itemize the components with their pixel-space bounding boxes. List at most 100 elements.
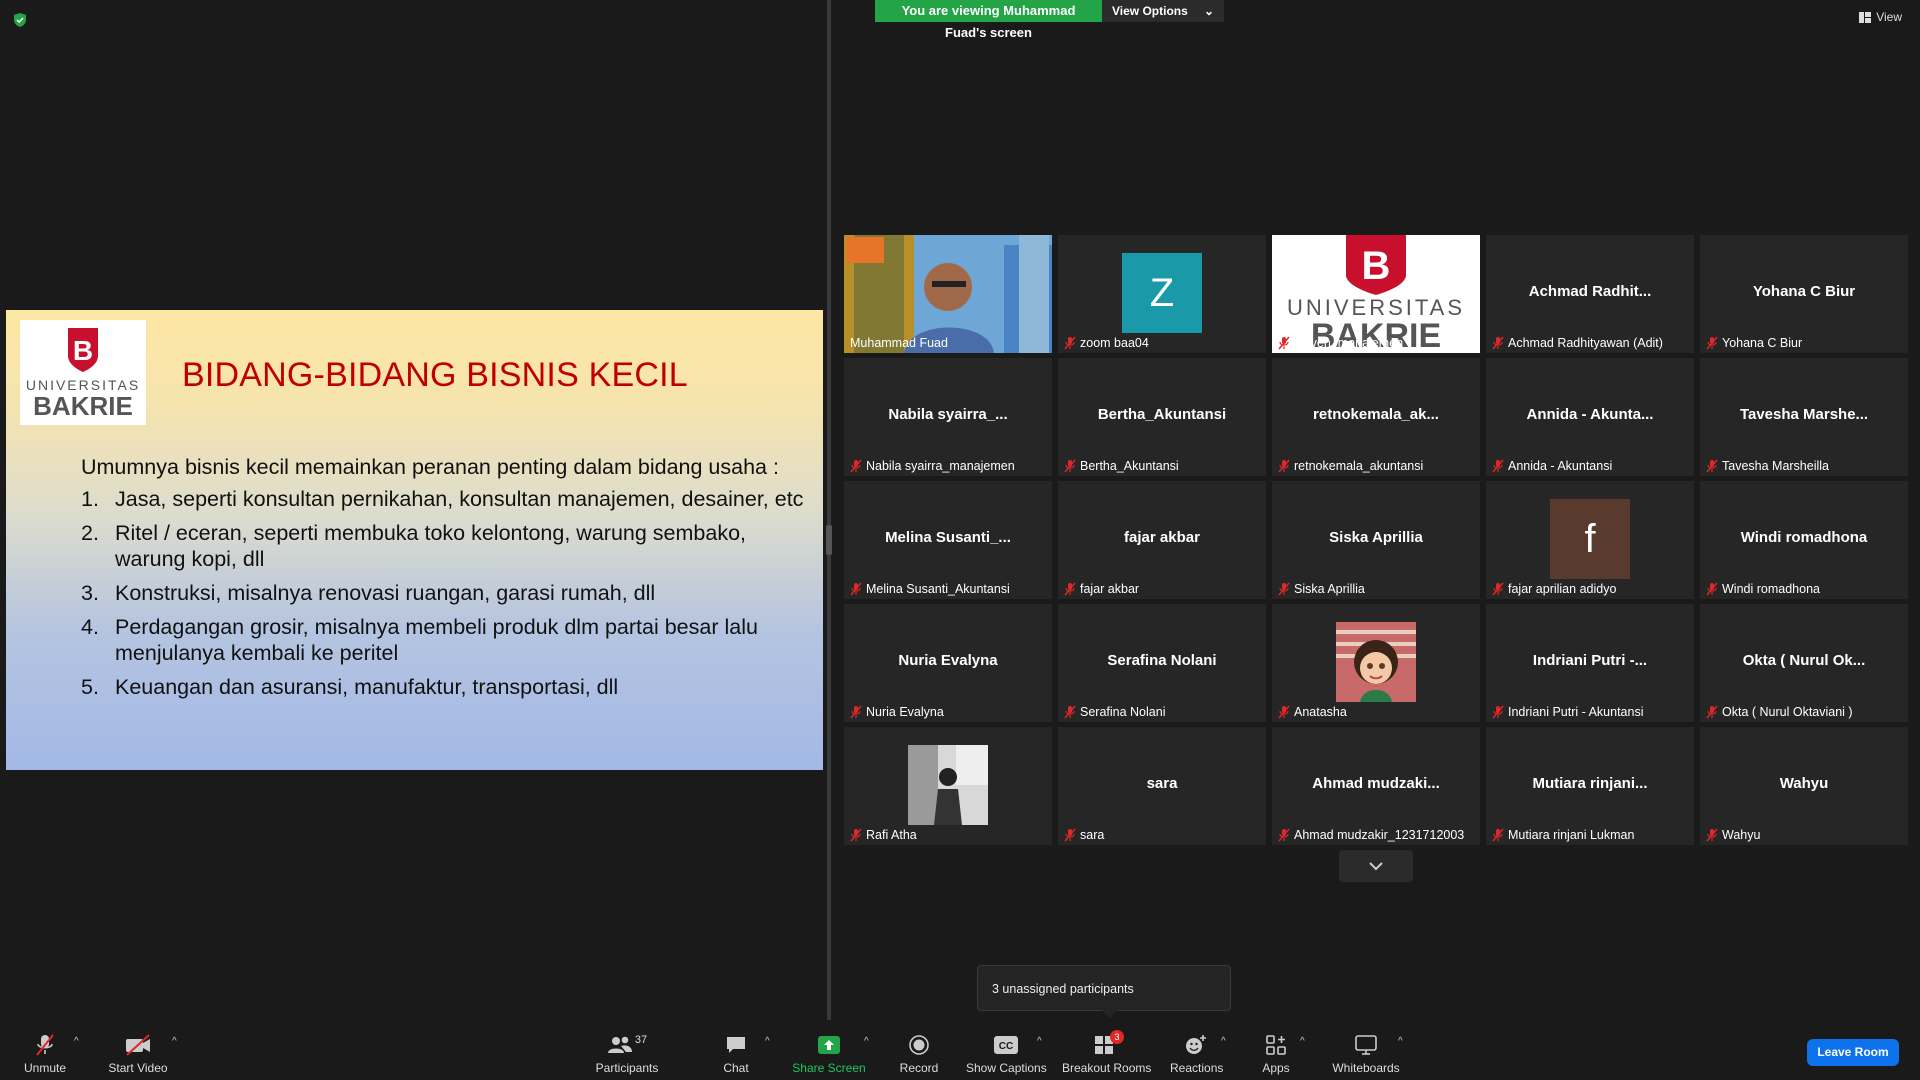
participant-tile[interactable]: Tavesha Marshe... Tavesha Marsheilla [1700,358,1908,476]
mic-off-icon [1278,336,1290,350]
participant-name-label: Melina Susanti_Akuntansi [850,582,1010,596]
participant-tile[interactable]: Nuria Evalyna Nuria Evalyna [844,604,1052,722]
participant-display-name: Wahyu [1779,775,1829,792]
participant-display-name: Melina Susanti_... [885,529,1011,546]
participant-tile[interactable]: Ahmad mudzaki... Ahmad mudzakir_123171200… [1272,727,1480,845]
participant-name-label: Achmad Radhityawan (Adit) [1492,336,1663,350]
whiteboards-label: Whiteboards [1332,1061,1400,1075]
mic-off-icon [1064,336,1076,350]
participant-tile[interactable]: Achmad Radhit... Achmad Radhityawan (Adit… [1486,235,1694,353]
mic-off-icon [1278,582,1290,596]
record-button[interactable]: Record [897,1032,941,1075]
participant-name: Indriani Putri - Akuntansi [1508,705,1644,719]
participant-display-name: Bertha_Akuntansi [1097,406,1227,423]
chat-label: Chat [723,1061,749,1075]
participant-display-name: Nabila syairra_... [888,406,1008,423]
participant-name-label: Rafi Atha [850,828,917,842]
participants-icon [607,1036,632,1053]
participant-tile[interactable]: sara sara [1058,727,1266,845]
item-text: Ritel / eceran, seperti membuka toko kel… [115,521,746,571]
participant-tile[interactable]: retnokemala_ak... retnokemala_akuntansi [1272,358,1480,476]
participant-tile[interactable]: Muhammad Fuad [844,235,1052,353]
participant-name-label: Windi romadhona [1706,582,1820,596]
participants-button[interactable]: 37 Participants [592,1032,662,1075]
participant-tile[interactable]: B UNIVERSITAS BAKRIE steven_manajemen [1272,235,1480,353]
list-item: 4. Perdagangan grosir, misalnya membeli p… [81,614,821,666]
participant-tile[interactable]: Serafina Nolani Serafina Nolani [1058,604,1266,722]
mic-off-icon [1064,459,1076,473]
apps-icon [1266,1035,1286,1055]
svg-text:B: B [1362,244,1391,288]
participant-name-label: Yohana C Biur [1706,336,1802,350]
chat-button[interactable]: Chat [718,1032,754,1075]
start-video-button[interactable]: Start Video [105,1032,171,1075]
list-item: 3. Konstruksi, misalnya renovasi ruangan,… [81,580,821,606]
reactions-button[interactable]: Reactions [1170,1032,1223,1075]
whiteboards-options-caret[interactable]: ^ [1398,1036,1403,1047]
participant-tile[interactable]: Yohana C Biur Yohana C Biur [1700,235,1908,353]
profile-picture [1336,622,1416,702]
mic-off-icon [1278,828,1290,842]
video-options-caret[interactable]: ^ [172,1036,177,1047]
participant-name: Nabila syairra_manajemen [866,459,1015,473]
item-number: 2. [81,521,99,545]
participant-name-label: Anatasha [1278,705,1347,719]
divider-handle[interactable] [826,525,832,555]
participant-name: Melina Susanti_Akuntansi [866,582,1010,596]
mic-off-icon [1278,459,1290,473]
participant-tile[interactable]: f fajar aprilian adidyo [1486,481,1694,599]
chat-options-caret[interactable]: ^ [765,1036,770,1047]
share-screen-label: Share Screen [792,1061,866,1075]
view-options-button[interactable]: View Options ⌄ [1102,0,1224,22]
breakout-rooms-button[interactable]: 3 Breakout Rooms [1062,1030,1151,1075]
audio-options-caret[interactable]: ^ [74,1036,79,1047]
participant-tile[interactable]: Wahyu Wahyu [1700,727,1908,845]
share-options-caret[interactable]: ^ [864,1036,869,1047]
mic-off-icon [1492,828,1504,842]
participant-tile[interactable]: Anatasha [1272,604,1480,722]
video-off-icon [126,1034,150,1056]
start-video-label: Start Video [108,1061,168,1075]
avatar: Z [1122,253,1202,333]
captions-options-caret[interactable]: ^ [1037,1036,1042,1047]
grid-view-icon [1859,11,1872,23]
shield-icon[interactable] [12,12,28,28]
gallery-next-page-button[interactable] [1339,850,1413,882]
list-item: 2. Ritel / eceran, seperti membuka toko k… [81,520,821,572]
participant-tile[interactable]: Siska Aprillia Siska Aprillia [1272,481,1480,599]
participant-name: Mutiara rinjani Lukman [1508,828,1635,842]
participant-tile[interactable]: Annida - Akunta... Annida - Akuntansi [1486,358,1694,476]
participant-tile[interactable]: Nabila syairra_... Nabila syairra_manajem… [844,358,1052,476]
participant-tile[interactable]: Windi romadhona Windi romadhona [1700,481,1908,599]
mic-off-icon [850,828,862,842]
share-screen-button[interactable]: Share Screen [792,1032,866,1075]
apps-button[interactable]: Apps [1258,1032,1294,1075]
participant-tile[interactable]: Okta ( Nurul Ok... Okta ( Nurul Oktaviani… [1700,604,1908,722]
mic-off-icon [850,705,862,719]
participant-tile[interactable]: Melina Susanti_... Melina Susanti_Akuntan… [844,481,1052,599]
mic-off-icon [1492,705,1504,719]
item-text: Perdagangan grosir, misalnya membeli pro… [115,615,758,665]
participant-name: sara [1080,828,1105,842]
participant-tile[interactable]: fajar akbar fajar akbar [1058,481,1266,599]
leave-room-button[interactable]: Leave Room [1807,1039,1899,1066]
show-captions-button[interactable]: CC Show Captions [966,1032,1047,1075]
reactions-options-caret[interactable]: ^ [1221,1036,1226,1047]
unassigned-participants-tooltip[interactable]: 3 unassigned participants [977,965,1231,1018]
apps-options-caret[interactable]: ^ [1300,1036,1305,1047]
view-button[interactable]: View [1859,10,1902,24]
split-divider[interactable] [827,0,831,1030]
participant-tile[interactable]: Mutiara rinjani... Mutiara rinjani Lukman [1486,727,1694,845]
participant-tile[interactable]: Bertha_Akuntansi Bertha_Akuntansi [1058,358,1266,476]
participant-name-label: Serafina Nolani [1064,705,1165,719]
shared-slide: B UNIVERSITAS BAKRIE BIDANG-BIDANG BISNI… [6,310,823,770]
mic-off-icon [1064,582,1076,596]
unmute-button[interactable]: Unmute [20,1032,70,1075]
participant-name: Siska Aprillia [1294,582,1365,596]
participant-tile[interactable]: Zzoom baa04 [1058,235,1266,353]
participant-tile[interactable]: Indriani Putri -... Indriani Putri - Akun… [1486,604,1694,722]
participant-name: Windi romadhona [1722,582,1820,596]
participant-tile[interactable]: Rafi Atha [844,727,1052,845]
participant-name: Ahmad mudzakir_1231712003 [1294,828,1465,842]
whiteboards-button[interactable]: Whiteboards [1328,1032,1404,1075]
